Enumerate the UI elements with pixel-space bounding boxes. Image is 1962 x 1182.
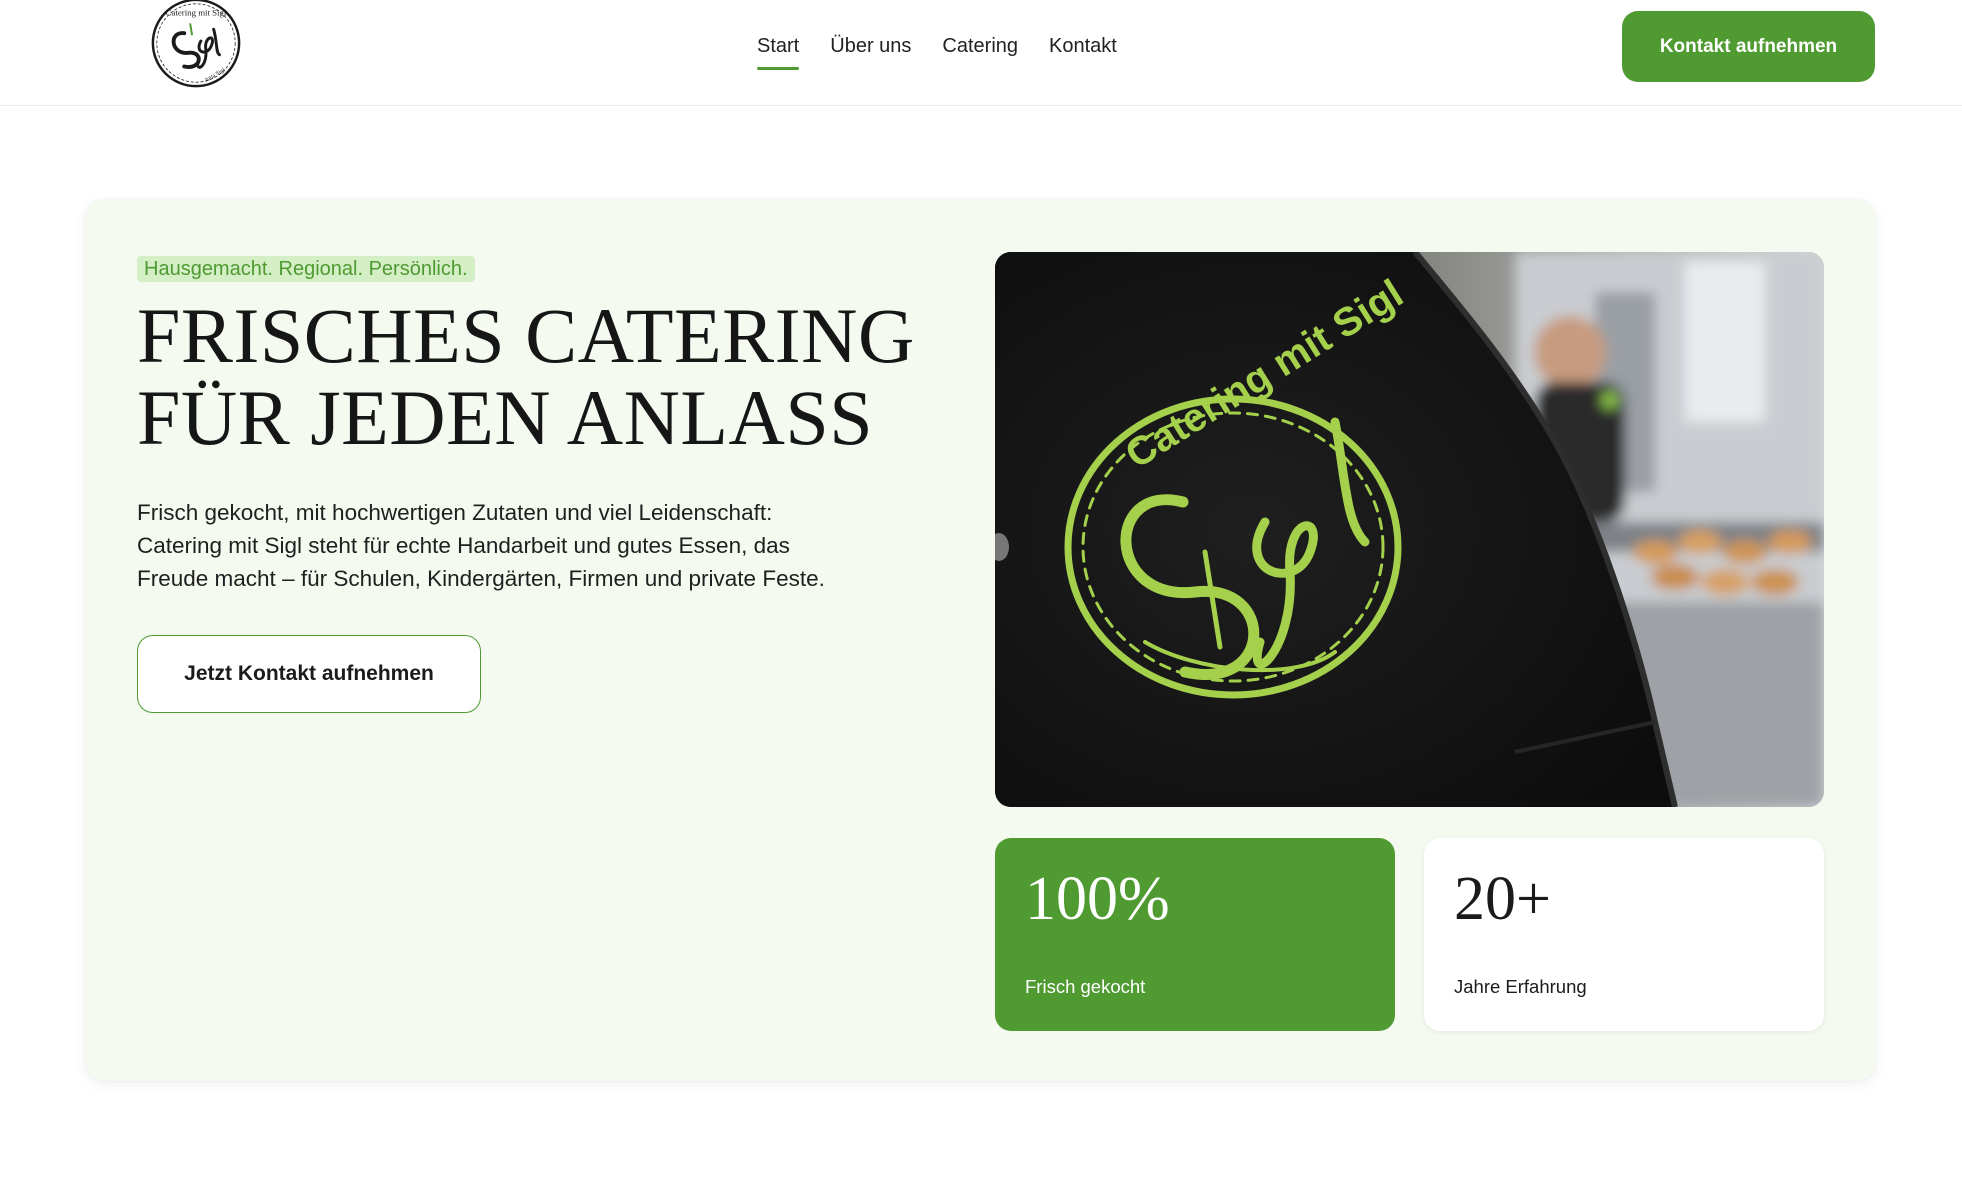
stat-label: Frisch gekocht: [1025, 976, 1146, 997]
hero-title-line: FÜR JEDEN ANLASS: [137, 374, 874, 461]
logo-text: Catering mit Sigl: [166, 8, 227, 18]
stat-card-experience: 20+ Jahre Erfahrung: [1424, 838, 1824, 1031]
hero-lead-line: Frisch gekocht, mit hochwertigen Zutaten…: [137, 500, 773, 525]
stat-value: 20+: [1454, 865, 1551, 933]
main-nav: Start Über uns Catering Kontakt: [757, 32, 1117, 72]
stat-card-fresh: 100% Frisch gekocht: [995, 838, 1395, 1031]
hero-lead-line: Catering mit Sigl steht für echte Handar…: [137, 533, 790, 558]
hero-badge: Hausgemacht. Regional. Persönlich.: [137, 256, 475, 282]
hero-lead-line: Freude macht – für Schulen, Kindergärten…: [137, 566, 825, 591]
hero-photo: Catering mit Sigl: [995, 252, 1824, 807]
contact-cta-button[interactable]: Kontakt aufnehmen: [1622, 11, 1875, 82]
nav-item-ueber-uns[interactable]: Über uns: [830, 32, 911, 70]
stat-label: Jahre Erfahrung: [1454, 976, 1587, 997]
hero-title: FRISCHES CATERING FÜR JEDEN ANLASS: [137, 295, 957, 459]
brand-logo-icon: Catering mit Sigl Jutta Sigl: [151, 0, 241, 88]
nav-item-catering[interactable]: Catering: [942, 32, 1018, 70]
site-header: Catering mit Sigl Jutta Sigl Start Über …: [0, 0, 1962, 106]
nav-item-start[interactable]: Start: [757, 32, 800, 70]
hero-lead-text: Frisch gekocht, mit hochwertigen Zutaten…: [137, 496, 917, 595]
brand-logo[interactable]: Catering mit Sigl Jutta Sigl: [147, 0, 245, 92]
embroidered-jacket-image: Catering mit Sigl: [995, 252, 1824, 807]
nav-item-kontakt[interactable]: Kontakt: [1049, 32, 1117, 70]
hero-title-line: FRISCHES CATERING: [137, 292, 915, 379]
stat-value: 100%: [1025, 865, 1170, 933]
contact-now-button[interactable]: Jetzt Kontakt aufnehmen: [137, 635, 481, 713]
